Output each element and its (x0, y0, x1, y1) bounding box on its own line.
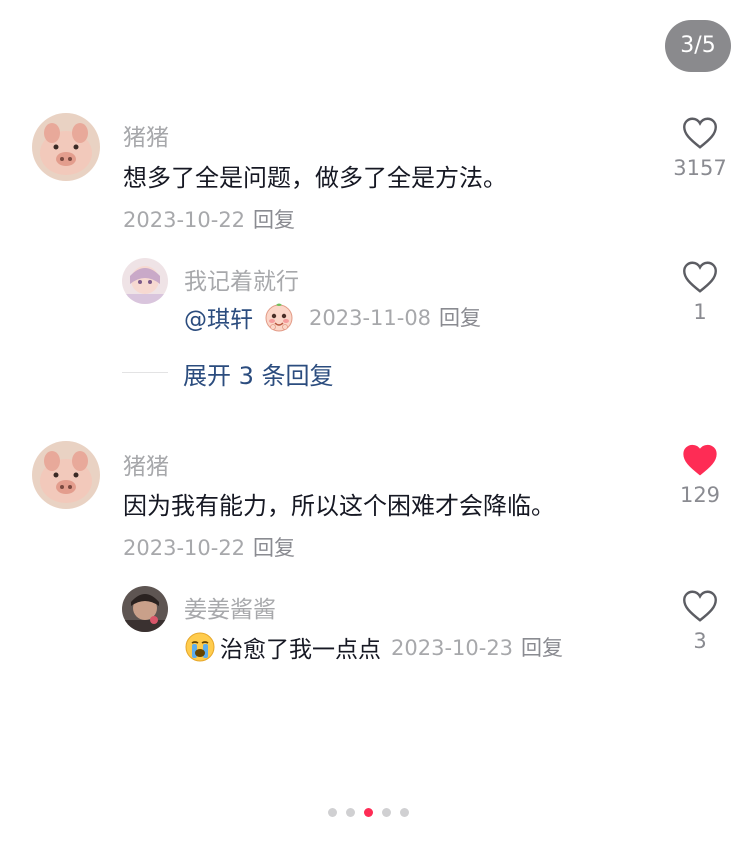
expand-divider (122, 372, 168, 373)
reply-button[interactable]: 回复 (439, 306, 481, 330)
reply-button[interactable]: 回复 (521, 636, 563, 660)
avatar[interactable] (32, 441, 100, 509)
crying-face-emoji-icon (184, 631, 216, 663)
avatar[interactable] (32, 113, 100, 181)
like-count: 129 (679, 483, 721, 507)
heart-outline-icon (683, 261, 717, 293)
reply-date: 2023-11-08 (309, 306, 432, 330)
reply-text: 治愈了我一点点 (220, 637, 381, 663)
like-count: 3157 (673, 156, 727, 180)
carousel-dot-active[interactable] (364, 808, 373, 817)
like-count: 3 (693, 629, 707, 653)
carousel-dot[interactable] (328, 808, 337, 817)
expand-replies-button[interactable]: 展开 3 条回复 (183, 356, 334, 391)
comment-date: 2023-10-22 (123, 208, 246, 232)
reply-username[interactable]: 姜姜酱酱 (184, 590, 276, 624)
comment-text: 因为我有能力，所以这个困难才会降临。 (123, 492, 555, 520)
comment-meta: 2023-10-22 回复 (123, 532, 295, 562)
comment-date: 2023-10-22 (123, 536, 246, 560)
reply-avatar[interactable] (122, 258, 168, 304)
reply-username[interactable]: 我记着就行 (184, 262, 299, 296)
mention-link[interactable]: @琪轩 (184, 300, 253, 334)
reply-content: @琪轩 2023-11-08 回复 (184, 300, 481, 334)
heart-filled-icon (683, 444, 717, 476)
reply-meta: 2023-10-23 回复 (391, 632, 563, 662)
reply-button[interactable]: 回复 (253, 536, 295, 560)
comment-username[interactable]: 猪猪 (123, 447, 169, 481)
page-indicator: 3/5 (665, 20, 731, 72)
like-button[interactable]: 129 (670, 443, 730, 507)
carousel-dot[interactable] (346, 808, 355, 817)
reply-meta: 2023-11-08 回复 (309, 302, 481, 332)
anime-avatar-image (122, 258, 168, 304)
pig-avatar-image (32, 113, 100, 181)
reply-content: 治愈了我一点点 2023-10-23 回复 (184, 630, 563, 664)
like-button[interactable]: 1 (670, 260, 730, 324)
heart-outline-icon (683, 117, 717, 149)
reply-button[interactable]: 回复 (253, 208, 295, 232)
comment-text: 想多了全是问题，做多了全是方法。 (123, 164, 507, 192)
dark-avatar-image (122, 586, 168, 632)
like-button[interactable]: 3 (670, 589, 730, 653)
like-count: 1 (693, 300, 707, 324)
like-button[interactable]: 3157 (670, 116, 730, 180)
carousel-dots (328, 808, 409, 817)
reply-date: 2023-10-23 (391, 636, 514, 660)
carousel-dot[interactable] (400, 808, 409, 817)
comment-meta: 2023-10-22 回复 (123, 204, 295, 234)
comment-username[interactable]: 猪猪 (123, 118, 169, 152)
shy-face-emoji-icon (263, 301, 295, 333)
pig-avatar-image (32, 441, 100, 509)
reply-avatar[interactable] (122, 586, 168, 632)
carousel-dot[interactable] (382, 808, 391, 817)
heart-outline-icon (683, 590, 717, 622)
